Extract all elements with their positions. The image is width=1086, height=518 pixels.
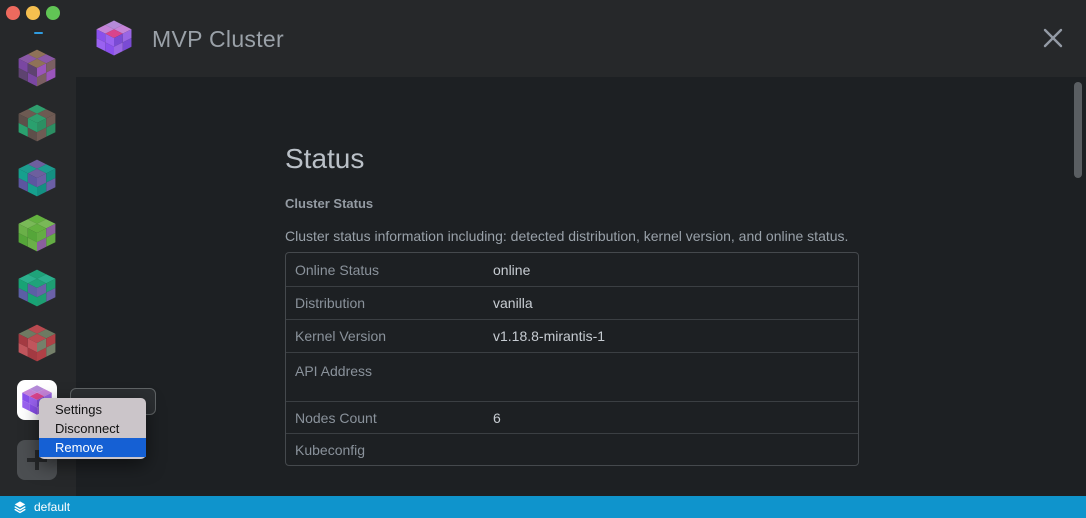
row-value: v1.18.8-mirantis-1 [493, 328, 605, 344]
row-label: API Address [286, 363, 493, 379]
row-label: Kubeconfig [286, 442, 493, 458]
row-label: Distribution [286, 295, 493, 311]
status-bar: default [0, 496, 1086, 518]
scrollbar-thumb[interactable] [1074, 82, 1082, 178]
close-x-icon [1040, 25, 1066, 51]
cluster-cube-icon [95, 19, 133, 57]
sidebar-item-cluster-5[interactable] [17, 268, 57, 308]
sidebar-item-cluster-6[interactable] [17, 323, 57, 363]
status-table: Online StatusonlineDistributionvanillaKe… [285, 252, 859, 466]
table-row: Kubeconfig [286, 433, 858, 465]
workspace-label: default [34, 500, 70, 514]
window-title: MVP Cluster [152, 26, 284, 53]
row-label: Online Status [286, 262, 493, 278]
app-window: MVP Cluster Status Cluster Status Cluste… [0, 0, 1086, 518]
close-button[interactable] [1040, 25, 1066, 51]
table-row: Kernel Versionv1.18.8-mirantis-1 [286, 319, 858, 352]
cluster-settings-page: Status Cluster Status Cluster status inf… [76, 77, 1086, 496]
row-value: online [493, 262, 530, 278]
sidebar-item-cluster-2[interactable] [17, 103, 57, 143]
traffic-minimize-button[interactable] [26, 6, 40, 20]
row-value: vanilla [493, 295, 533, 311]
traffic-zoom-button[interactable] [46, 6, 60, 20]
section-title: Cluster Status [285, 196, 1086, 211]
table-row: Nodes Count6 [286, 401, 858, 433]
page-title: Status [285, 143, 1086, 175]
traffic-close-button[interactable] [6, 6, 20, 20]
table-row: Distributionvanilla [286, 286, 858, 319]
menu-item-remove[interactable]: Remove [39, 438, 146, 457]
section-description: Cluster status information including: de… [285, 228, 1086, 244]
sidebar-item-cluster-3[interactable] [17, 158, 57, 198]
sidebar-item-cluster-4[interactable] [17, 213, 57, 253]
sidebar-active-indicator [34, 32, 43, 34]
menu-item-disconnect[interactable]: Disconnect [39, 419, 146, 438]
menu-item-settings[interactable]: Settings [39, 400, 146, 419]
window-controls [6, 6, 60, 20]
sidebar-item-cluster-1[interactable] [17, 48, 57, 88]
row-label: Nodes Count [286, 410, 493, 426]
workspace-chip[interactable]: default [13, 500, 70, 514]
row-label: Kernel Version [286, 328, 493, 344]
row-value: 6 [493, 410, 501, 426]
table-row: Online Statusonline [286, 253, 858, 286]
cluster-context-menu: SettingsDisconnectRemove [39, 398, 146, 459]
table-row: API Address [286, 352, 858, 401]
layers-icon [13, 500, 27, 514]
